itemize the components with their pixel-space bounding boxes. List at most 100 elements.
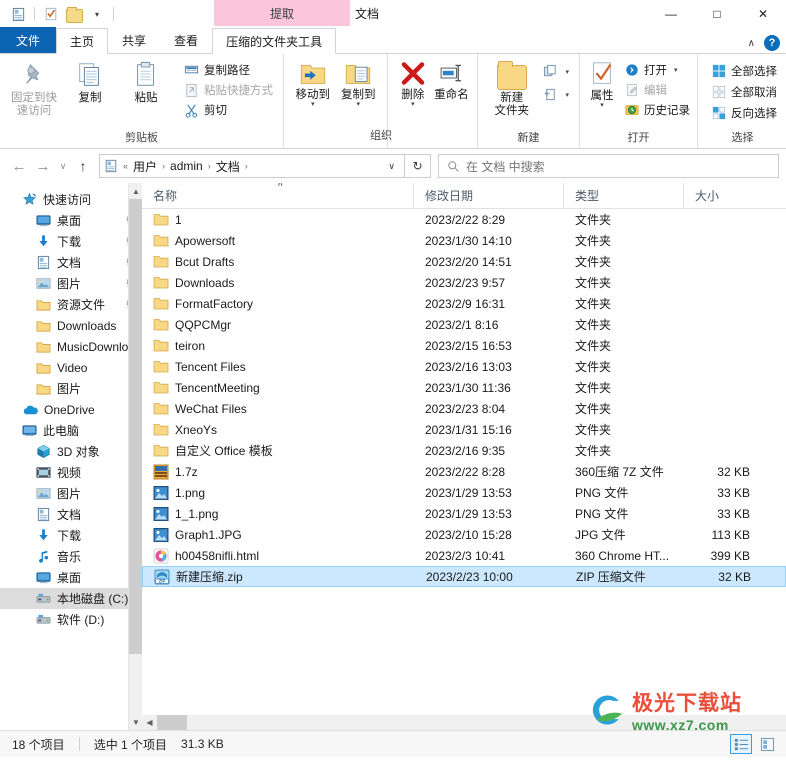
cut-button[interactable]: 剪切: [180, 101, 277, 119]
new-folder-icon[interactable]: [64, 4, 84, 24]
properties-caret-icon[interactable]: ▾: [600, 102, 604, 109]
open-caret-icon[interactable]: ▾: [674, 66, 678, 74]
new-folder-button[interactable]: 新建 文件夹: [484, 57, 539, 118]
breadcrumb-sep-2[interactable]: ›: [206, 161, 213, 171]
copy-button[interactable]: 复制: [62, 57, 118, 105]
sidebar-item-20[interactable]: 软件 (D:): [0, 609, 142, 630]
easy-access-button[interactable]: ▾: [539, 86, 573, 103]
copy-to-button[interactable]: 复制到 ▾: [336, 57, 382, 108]
table-row[interactable]: Tencent Files 2023/2/16 13:03 文件夹: [142, 356, 786, 377]
sidebar-item-4[interactable]: 图片: [0, 273, 142, 294]
sidebar-item-13[interactable]: 视频: [0, 462, 142, 483]
table-row[interactable]: h00458nifli.html 2023/2/3 10:41 360 Chrome…: [142, 545, 786, 566]
recent-locations-button[interactable]: ∨: [55, 153, 71, 179]
hscroll-left-icon[interactable]: ◀: [142, 715, 157, 730]
sidebar-item-0[interactable]: 快速访问: [0, 189, 142, 210]
invert-selection-button[interactable]: 反向选择: [708, 104, 781, 122]
minimize-button[interactable]: —: [648, 0, 694, 28]
sidebar-item-10[interactable]: OneDrive: [0, 399, 142, 420]
tab-compressed-folder-tools[interactable]: 压缩的文件夹工具: [212, 28, 337, 54]
column-header-size[interactable]: 大小: [684, 183, 762, 209]
new-item-caret-icon[interactable]: ▾: [565, 68, 569, 76]
tab-view[interactable]: 查看: [160, 27, 212, 53]
sidebar-item-12[interactable]: 3D 对象: [0, 441, 142, 462]
collapse-ribbon-icon[interactable]: ∧: [748, 38, 755, 49]
breadcrumb-sep-1[interactable]: ›: [160, 161, 167, 171]
select-all-button[interactable]: 全部选择: [708, 62, 781, 80]
file-list-hscrollbar[interactable]: ◀: [142, 715, 786, 730]
table-row[interactable]: 1_1.png 2023/1/29 13:53 PNG 文件 33 KB: [142, 503, 786, 524]
maximize-button[interactable]: □: [694, 0, 740, 28]
sidebar-item-2[interactable]: 下载: [0, 231, 142, 252]
breadcrumb-sep-3[interactable]: ›: [243, 161, 250, 171]
table-row[interactable]: FormatFactory 2023/2/9 16:31 文件夹: [142, 293, 786, 314]
properties-button[interactable]: 属性 ▾: [586, 57, 618, 109]
properties-icon[interactable]: [41, 4, 61, 24]
nav-scroll-up-icon[interactable]: ▲: [129, 183, 142, 199]
breadcrumb-users[interactable]: 用户: [130, 158, 160, 175]
sidebar-item-7[interactable]: MusicDownloa: [0, 336, 142, 357]
sidebar-item-3[interactable]: 文档: [0, 252, 142, 273]
sidebar-item-8[interactable]: Video: [0, 357, 142, 378]
search-input[interactable]: 在 文档 中搜索: [438, 154, 779, 178]
documents-icon[interactable]: [8, 4, 28, 24]
delete-caret-icon[interactable]: ▾: [411, 101, 415, 108]
move-to-button[interactable]: 移动到 ▾: [290, 57, 336, 108]
select-none-button[interactable]: 全部取消: [708, 83, 781, 101]
hscroll-thumb[interactable]: [157, 715, 187, 730]
up-button[interactable]: ↑: [71, 153, 95, 179]
table-row[interactable]: QQPCMgr 2023/2/1 8:16 文件夹: [142, 314, 786, 335]
sidebar-item-14[interactable]: 图片: [0, 483, 142, 504]
copy-path-button[interactable]: 复制路径: [180, 61, 277, 79]
table-row[interactable]: TencentMeeting 2023/1/30 11:36 文件夹: [142, 377, 786, 398]
pin-to-quick-access-button[interactable]: 固定到快 速访问: [6, 57, 62, 118]
sidebar-item-5[interactable]: 资源文件: [0, 294, 142, 315]
column-header-date[interactable]: 修改日期: [414, 183, 564, 209]
sidebar-item-6[interactable]: Downloads: [0, 315, 142, 336]
table-row[interactable]: Apowersoft 2023/1/30 14:10 文件夹: [142, 230, 786, 251]
new-item-button[interactable]: ▾: [539, 63, 573, 80]
tab-file[interactable]: 文件: [0, 27, 57, 53]
table-row[interactable]: 1.png 2023/1/29 13:53 PNG 文件 33 KB: [142, 482, 786, 503]
table-row[interactable]: 自定义 Office 模板 2023/2/16 9:35 文件夹: [142, 440, 786, 461]
breadcrumb-admin[interactable]: admin: [167, 159, 206, 173]
table-row[interactable]: Downloads 2023/2/23 9:57 文件夹: [142, 272, 786, 293]
column-header-name[interactable]: 名称 ∧: [142, 183, 414, 209]
open-button[interactable]: 打开 ▾: [621, 61, 694, 79]
forward-button[interactable]: →: [31, 153, 55, 179]
help-icon[interactable]: ?: [764, 35, 780, 51]
sidebar-item-19[interactable]: 本地磁盘 (C:): [0, 588, 142, 609]
customize-qat-chevron-icon[interactable]: ▾: [87, 4, 107, 24]
breadcrumb-overflow[interactable]: «: [121, 161, 130, 171]
table-row[interactable]: teiron 2023/2/15 16:53 文件夹: [142, 335, 786, 356]
sidebar-item-9[interactable]: 图片: [0, 378, 142, 399]
address-input[interactable]: « 用户 › admin › 文档 › ∨: [99, 154, 405, 178]
history-button[interactable]: 历史记录: [621, 101, 694, 119]
nav-scroll-thumb[interactable]: [129, 199, 142, 654]
sidebar-item-11[interactable]: 此电脑: [0, 420, 142, 441]
sidebar-item-16[interactable]: 下载: [0, 525, 142, 546]
table-row[interactable]: 1 2023/2/22 8:29 文件夹: [142, 209, 786, 230]
table-row[interactable]: ZIP 新建压缩.zip 2023/2/23 10:00 ZIP 压缩文件 32 KB: [142, 566, 786, 587]
sidebar-item-18[interactable]: 桌面: [0, 567, 142, 588]
details-view-icon[interactable]: [730, 734, 752, 754]
navigation-scrollbar[interactable]: ▲ ▼: [128, 183, 142, 730]
table-row[interactable]: Bcut Drafts 2023/2/20 14:51 文件夹: [142, 251, 786, 272]
tab-share[interactable]: 共享: [108, 27, 160, 53]
easy-access-caret-icon[interactable]: ▾: [565, 91, 569, 99]
close-button[interactable]: ✕: [740, 0, 786, 28]
tiles-view-icon[interactable]: [756, 734, 778, 754]
sidebar-item-17[interactable]: 音乐: [0, 546, 142, 567]
sidebar-item-15[interactable]: 文档: [0, 504, 142, 525]
delete-button[interactable]: 删除 ▾: [394, 57, 432, 108]
rename-button[interactable]: 重命名: [432, 57, 471, 102]
table-row[interactable]: Graph1.JPG 2023/2/10 15:28 JPG 文件 113 KB: [142, 524, 786, 545]
column-header-type[interactable]: 类型: [564, 183, 684, 209]
tab-home[interactable]: 主页: [56, 28, 109, 54]
move-to-caret-icon[interactable]: ▾: [311, 101, 315, 108]
table-row[interactable]: WeChat Files 2023/2/23 8:04 文件夹: [142, 398, 786, 419]
refresh-button[interactable]: ↻: [405, 154, 431, 178]
table-row[interactable]: XneoYs 2023/1/31 15:16 文件夹: [142, 419, 786, 440]
back-button[interactable]: ←: [7, 153, 31, 179]
address-dropdown-icon[interactable]: ∨: [383, 161, 400, 172]
